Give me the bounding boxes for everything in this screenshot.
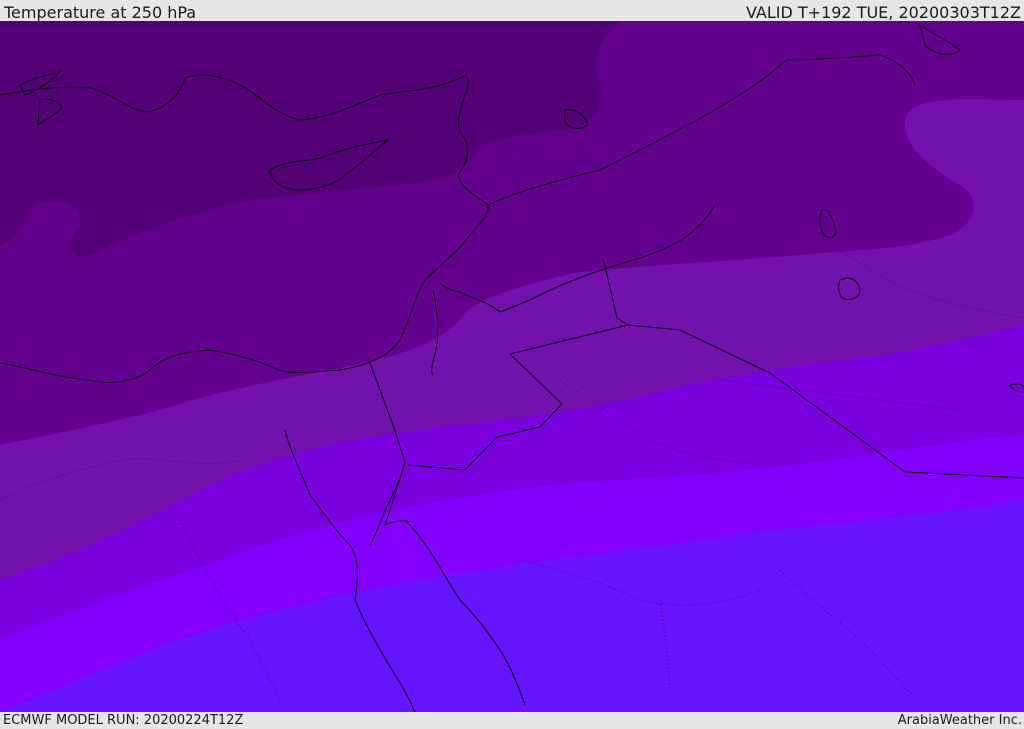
temperature-map[interactable]	[0, 21, 1024, 712]
credit-label: ArabiaWeather Inc.	[897, 713, 1022, 728]
map-header: Temperature at 250 hPa VALID T+192 TUE, …	[0, 0, 1024, 21]
valid-time: VALID T+192 TUE, 20200303T12Z	[745, 3, 1021, 21]
map-panel[interactable]	[0, 21, 1024, 712]
model-run-label: ECMWF MODEL RUN: 20200224T12Z	[3, 713, 244, 728]
map-footer: ECMWF MODEL RUN: 20200224T12Z ArabiaWeat…	[0, 712, 1024, 729]
map-title: Temperature at 250 hPa	[4, 3, 197, 21]
